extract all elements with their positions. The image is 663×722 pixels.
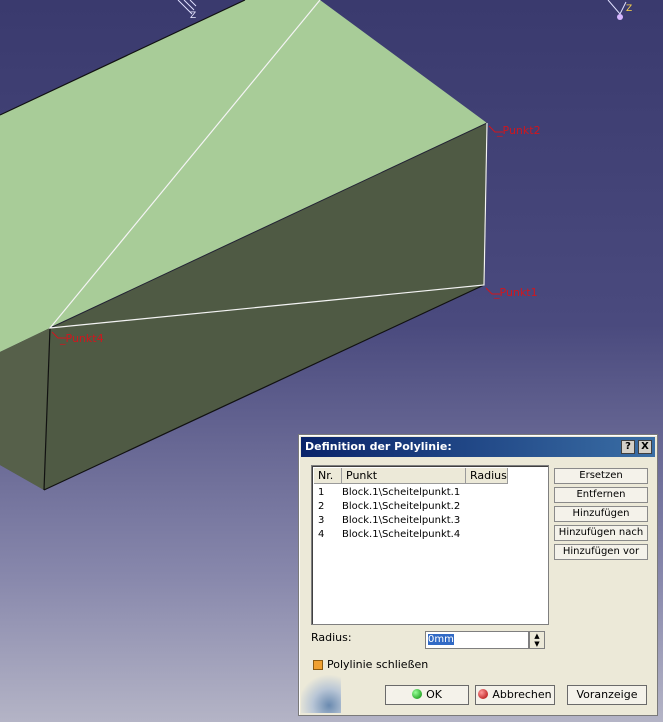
row-nr: 3 [318,515,325,526]
row-punkt: Block.1\Scheitelpunkt.2 [342,501,461,512]
column-header-radius[interactable]: Radius [466,468,508,484]
preview-button[interactable]: Voranzeige [567,685,647,705]
row-nr: 2 [318,501,325,512]
close-button[interactable]: X [638,440,652,454]
remove-button[interactable]: Entfernen [554,487,648,503]
column-header-punkt[interactable]: Punkt [342,468,466,484]
row-nr: 1 [318,487,325,498]
add-button[interactable]: Hinzufügen [554,506,648,522]
add-before-button[interactable]: Hinzufügen vor [554,544,648,560]
point-list[interactable]: Nr. Punkt Radius 1 Block.1\Scheitelpunkt… [311,465,549,625]
radius-input[interactable]: 0mm [425,631,529,649]
list-item[interactable]: 2 Block.1\Scheitelpunkt.2 [314,500,546,514]
column-header-nr[interactable]: Nr. [314,468,342,484]
polyline-definition-dialog: Definition der Polylinie: ? X Nr. Punkt … [298,434,658,716]
list-item[interactable]: 3 Block.1\Scheitelpunkt.3 [314,514,546,528]
dialog-title: Definition der Polylinie: [305,440,452,453]
radius-spinner[interactable]: ▲ ▼ [529,631,545,649]
axis-z-label-right: Z [626,4,633,14]
add-after-button[interactable]: Hinzufügen nach [554,525,648,541]
ok-button[interactable]: OK [385,685,469,705]
list-item[interactable]: 4 Block.1\Scheitelpunkt.4 [314,528,546,542]
point-list-header: Nr. Punkt Radius [314,468,508,484]
axis-triad-right [607,0,627,15]
row-punkt: Block.1\Scheitelpunkt.1 [342,487,461,498]
radius-value: 0mm [428,634,454,645]
cancel-button[interactable]: Abbrechen [475,685,555,705]
axis-origin-dot [617,14,623,20]
axis-z-label-left: Z [190,11,197,21]
point-label-punkt2: _Punkt2 [497,124,541,137]
spin-down-icon[interactable]: ▼ [530,640,544,648]
block-left-face [0,328,50,490]
list-item[interactable]: 1 Block.1\Scheitelpunkt.1 [314,486,546,500]
point-label-punkt1: _Punkt1 [494,286,538,299]
cancel-icon [478,689,489,699]
point-label-punkt4: _Punkt4 [60,332,104,345]
row-punkt: Block.1\Scheitelpunkt.3 [342,515,461,526]
help-button[interactable]: ? [621,440,635,454]
close-polyline-checkbox[interactable] [313,660,323,670]
dialog-titlebar[interactable]: Definition der Polylinie: ? X [301,437,655,457]
ok-icon [412,689,423,699]
spin-up-icon[interactable]: ▲ [530,632,544,640]
catia-logo-icon [301,675,341,713]
row-punkt: Block.1\Scheitelpunkt.4 [342,529,461,540]
radius-label: Radius: [311,631,352,644]
replace-button[interactable]: Ersetzen [554,468,648,484]
close-polyline-label: Polylinie schließen [327,658,429,671]
row-nr: 4 [318,529,325,540]
